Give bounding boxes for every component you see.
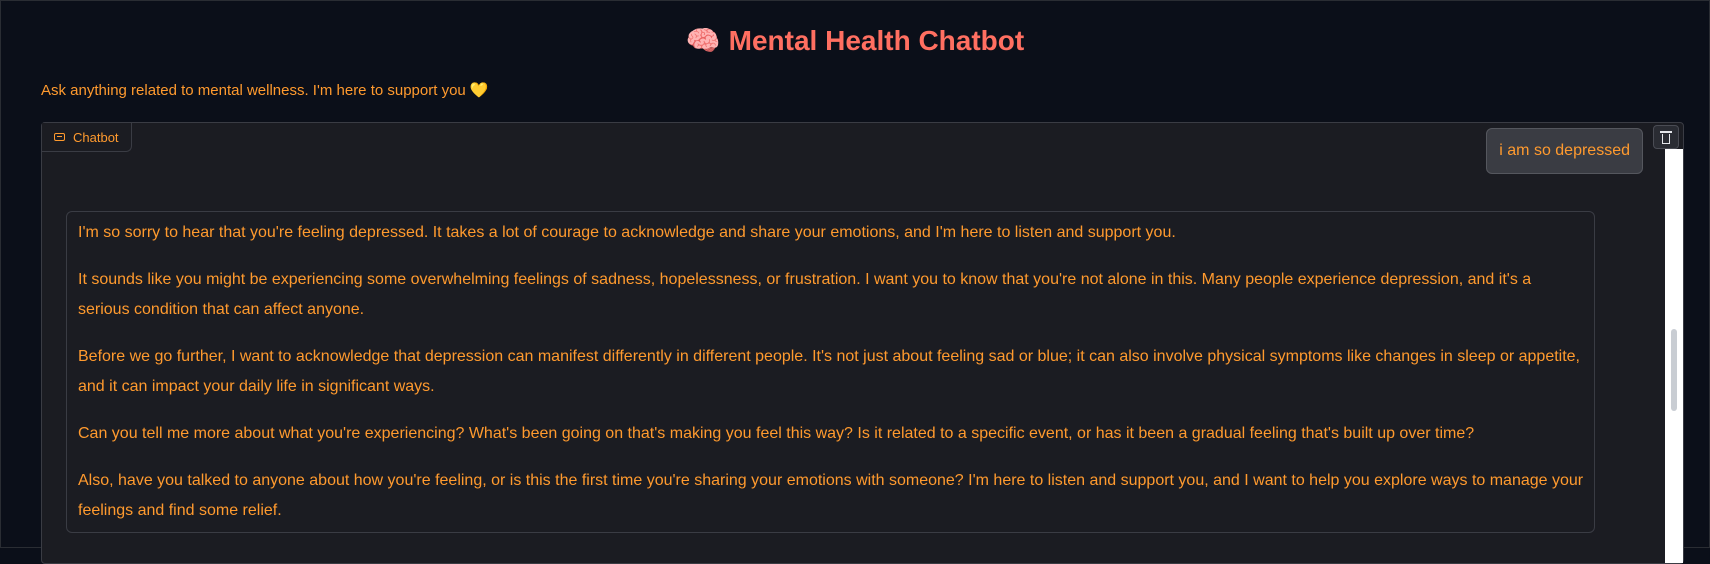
chat-icon [54, 133, 65, 141]
clear-chat-button[interactable] [1653, 125, 1679, 149]
chatbot-label-text: Chatbot [73, 129, 119, 145]
user-message: i am so depressed [1486, 128, 1643, 174]
bot-message-paragraph: Also, have you talked to anyone about ho… [78, 472, 1584, 519]
bot-message-paragraph: I'm so sorry to hear that you're feeling… [78, 224, 1176, 241]
bot-message-paragraph: It sounds like you might be experiencing… [78, 271, 1532, 318]
page-title-text: Mental Health Chatbot [728, 25, 1025, 56]
app-frame: 🧠 Mental Health Chatbot Ask anything rela… [0, 0, 1710, 564]
page-title: 🧠 Mental Health Chatbot [1, 19, 1709, 63]
chatbot-panel: Chatbot i am so depressed I'm so sorry t… [41, 122, 1684, 564]
brain-icon: 🧠 [685, 25, 721, 56]
subtitle: Ask anything related to mental wellness.… [41, 81, 488, 99]
trash-icon [1660, 130, 1672, 144]
chatbot-label: Chatbot [42, 123, 132, 152]
heart-icon: 💛 [469, 82, 489, 99]
scrollbar-thumb[interactable] [1671, 329, 1677, 411]
bot-message: I'm so sorry to hear that you're feeling… [66, 211, 1595, 533]
bot-message-paragraph: Before we go further, I want to acknowle… [78, 348, 1580, 395]
subtitle-text: Ask anything related to mental wellness.… [41, 82, 466, 99]
bot-message-paragraph: Can you tell me more about what you're e… [78, 425, 1475, 442]
scrollbar-track[interactable] [1665, 149, 1683, 563]
